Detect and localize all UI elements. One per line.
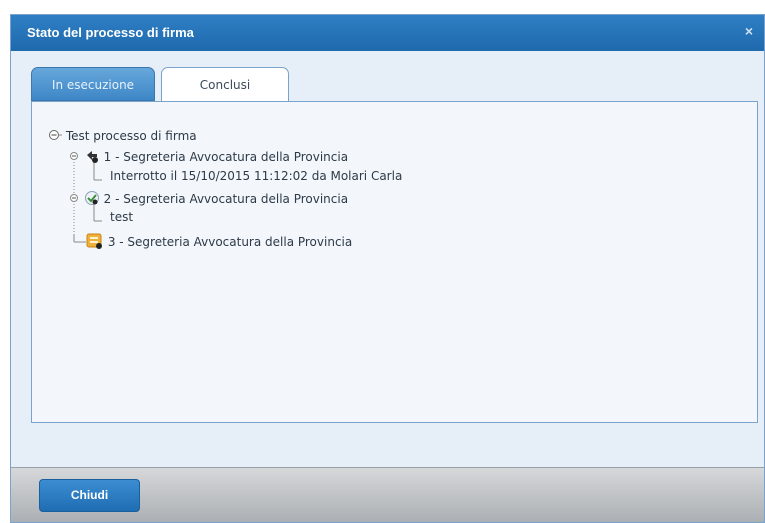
- collapse-icon[interactable]: [68, 191, 80, 205]
- completed-step-icon: [84, 191, 99, 205]
- tree-step-2[interactable]: 2 - Segreteria Avvocatura della Provinci…: [68, 190, 348, 206]
- tree-step-3[interactable]: 3 - Segreteria Avvocatura della Provinci…: [86, 232, 352, 250]
- tree-root[interactable]: Test processo di firma: [48, 128, 197, 143]
- dialog-title: Stato del processo di firma: [27, 25, 194, 40]
- tree-step-3-label: 3 - Segreteria Avvocatura della Provinci…: [107, 235, 353, 249]
- close-icon[interactable]: ×: [742, 24, 756, 38]
- dialog-footer: Chiudi: [11, 467, 764, 522]
- close-button[interactable]: Chiudi: [39, 479, 140, 512]
- tree-step-1-detail: Interrotto il 15/10/2015 11:12:02 da Mol…: [110, 169, 403, 183]
- dialog-titlebar[interactable]: Stato del processo di firma ×: [11, 15, 764, 51]
- tree-step-1[interactable]: 1 - Segreteria Avvocatura della Provinci…: [68, 148, 348, 164]
- collapse-icon[interactable]: [48, 128, 62, 142]
- pending-step-icon: [86, 233, 102, 249]
- signature-process-dialog: Stato del processo di firma × In esecuzi…: [10, 14, 765, 523]
- tab-conclusi[interactable]: Conclusi: [161, 67, 289, 103]
- tree-step-2-label: 2 - Segreteria Avvocatura della Provinci…: [103, 192, 349, 206]
- tree-step-1-label: 1 - Segreteria Avvocatura della Provinci…: [103, 150, 349, 164]
- tab-panel: Test processo di firma 1 - Segreteria Av…: [31, 101, 758, 423]
- tree-step-2-detail: test: [110, 210, 134, 224]
- interrupted-step-icon: [86, 151, 98, 163]
- tree-root-label: Test processo di firma: [65, 129, 197, 143]
- collapse-icon[interactable]: [68, 149, 80, 163]
- tab-in-esecuzione[interactable]: In esecuzione: [31, 67, 155, 101]
- process-tree: Test processo di firma 1 - Segreteria Av…: [40, 102, 740, 402]
